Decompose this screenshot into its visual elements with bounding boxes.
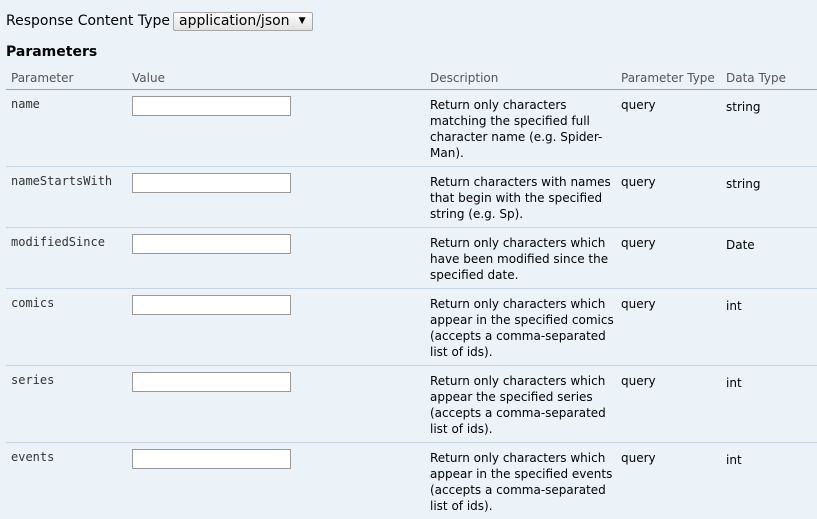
table-row: nameStartsWith Return characters with na… [6,166,817,228]
data-type: Date [726,238,755,252]
response-content-type-value: application/json [178,12,290,29]
header-parameter: Parameter [6,67,127,90]
parameters-table: Parameter Value Description Parameter Ty… [6,67,817,519]
param-value-cell [127,227,425,289]
param-description: Return only characters matching the spec… [425,89,616,167]
header-description: Description [425,67,616,90]
data-type-cell: int [721,365,817,443]
param-description: Return only characters which appear in t… [425,288,616,366]
param-type: query [616,442,721,519]
param-value-input-modified-since[interactable] [132,234,291,254]
data-type-cell: int [721,442,817,519]
param-name: nameStartsWith [6,166,127,228]
data-type: string [726,100,761,114]
data-type: int [726,453,742,467]
data-type: int [726,376,742,390]
parameters-title: Parameters [6,44,98,60]
param-name: modifiedSince [6,227,127,289]
api-operation-panel: Response Content Type application/json ▼… [0,0,817,519]
table-row: events Return only characters which appe… [6,442,817,519]
param-value-input-series[interactable] [132,372,291,392]
param-value-input-name[interactable] [132,96,291,116]
dropdown-arrow-icon: ▼ [298,15,306,26]
param-description: Return only characters which appear the … [425,365,616,443]
param-name: series [6,365,127,443]
response-content-type-select[interactable]: application/json ▼ [172,11,313,31]
data-type: string [726,177,761,191]
data-type: int [726,299,742,313]
param-type: query [616,89,721,167]
param-value-input-comics[interactable] [132,295,291,315]
param-name: events [6,442,127,519]
param-value-input-events[interactable] [132,449,291,469]
param-type: query [616,365,721,443]
data-type-cell: string [721,89,817,167]
response-content-type-label: Response Content Type [6,13,170,29]
param-name: comics [6,288,127,366]
header-value: Value [127,67,425,90]
param-value-cell [127,442,425,519]
param-type: query [616,166,721,228]
table-row: comics Return only characters which appe… [6,288,817,366]
param-value-cell [127,288,425,366]
data-type-cell: Date [721,227,817,289]
header-data-type: Data Type [721,67,817,90]
param-value-cell [127,89,425,167]
param-value-cell [127,365,425,443]
table-row: modifiedSince Return only characters whi… [6,227,817,289]
param-value-input-name-starts-with[interactable] [132,173,291,193]
param-description: Return only characters which appear in t… [425,442,616,519]
param-type: query [616,227,721,289]
param-description: Return only characters which have been m… [425,227,616,289]
param-value-cell [127,166,425,228]
param-name: name [6,89,127,167]
header-parameter-type: Parameter Type [616,67,721,90]
data-type-cell: string [721,166,817,228]
response-content-type-row: Response Content Type application/json ▼ [6,10,313,32]
param-description: Return characters with names that begin … [425,166,616,228]
table-row: name Return only characters matching the… [6,89,817,167]
parameters-header-row: Parameter Value Description Parameter Ty… [6,67,817,90]
data-type-cell: int [721,288,817,366]
param-type: query [616,288,721,366]
table-row: series Return only characters which appe… [6,365,817,443]
